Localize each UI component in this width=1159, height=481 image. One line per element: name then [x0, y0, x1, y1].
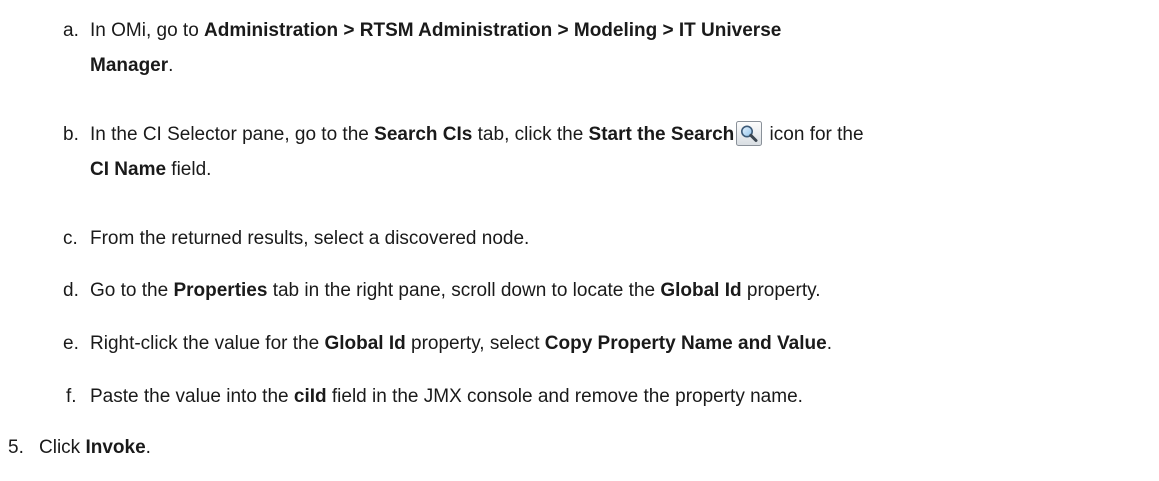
step-text: From the returned results, select a disc… — [90, 221, 529, 256]
step-line: From the returned results, select a disc… — [90, 221, 529, 256]
text-run: property, select — [405, 333, 545, 354]
ui-label-text: Invoke — [85, 437, 146, 458]
text-run: tab, click the — [472, 124, 589, 145]
text-run: From the returned results, select a disc… — [90, 228, 530, 249]
ui-label-text: Search CIs — [374, 124, 473, 145]
text-run: In the CI Selector pane, go to the — [90, 124, 375, 145]
ui-label-text: Global Id — [324, 333, 406, 354]
step-marker: a. — [63, 20, 79, 41]
step-marker: 5. — [8, 437, 24, 458]
text-run: Click — [39, 437, 86, 458]
step-text: Go to the Properties tab in the right pa… — [90, 273, 820, 308]
step-line: Go to the Properties tab in the right pa… — [90, 273, 820, 308]
step-marker: e. — [63, 333, 79, 354]
step-line: CI Name field. — [90, 152, 864, 187]
step-line: Paste the value into the ciId field in t… — [90, 379, 803, 414]
step-text: Right-click the value for the Global Id … — [90, 326, 832, 361]
text-run: icon for the — [764, 124, 864, 145]
text-run: field. — [166, 159, 212, 180]
ui-label-text: Global Id — [660, 280, 742, 301]
search-icon — [736, 121, 763, 146]
step-text: Click Invoke. — [39, 430, 151, 465]
step-line: Right-click the value for the Global Id … — [90, 326, 832, 361]
ui-path-text: Administration > RTSM Administration > M… — [204, 20, 782, 41]
ui-label-text: Start the Search — [588, 124, 735, 145]
text-run: . — [145, 437, 151, 458]
step-line: Manager. — [90, 48, 781, 83]
step-marker: f. — [66, 386, 77, 407]
step-line: Click Invoke. — [39, 430, 151, 465]
step-line: In the CI Selector pane, go to the Searc… — [90, 117, 864, 152]
text-run: . — [826, 333, 832, 354]
step-text: In the CI Selector pane, go to the Searc… — [90, 117, 864, 187]
step-line: In OMi, go to Administration > RTSM Admi… — [90, 13, 781, 48]
text-run: Paste the value into the — [90, 386, 294, 407]
step-marker: c. — [63, 228, 78, 249]
ui-label-text: Properties — [173, 280, 268, 301]
text-run: property. — [741, 280, 821, 301]
ui-label-text: Copy Property Name and Value — [544, 333, 827, 354]
step-marker: b. — [63, 124, 79, 145]
text-run: tab in the right pane, scroll down to lo… — [267, 280, 661, 301]
text-run: field in the JMX console and remove the … — [326, 386, 803, 407]
text-run: Right-click the value for the — [90, 333, 325, 354]
text-run: In OMi, go to — [90, 20, 205, 41]
step-text: Paste the value into the ciId field in t… — [90, 379, 803, 414]
document-page: a. In OMi, go to Administration > RTSM A… — [0, 0, 1159, 481]
step-marker: d. — [63, 280, 79, 301]
step-text: In OMi, go to Administration > RTSM Admi… — [90, 13, 781, 83]
text-run: . — [168, 55, 174, 76]
ui-label-text: ciId — [293, 386, 327, 407]
ui-label-text: CI Name — [90, 159, 167, 180]
ui-path-text: Manager — [90, 55, 169, 76]
text-run: Go to the — [90, 280, 174, 301]
